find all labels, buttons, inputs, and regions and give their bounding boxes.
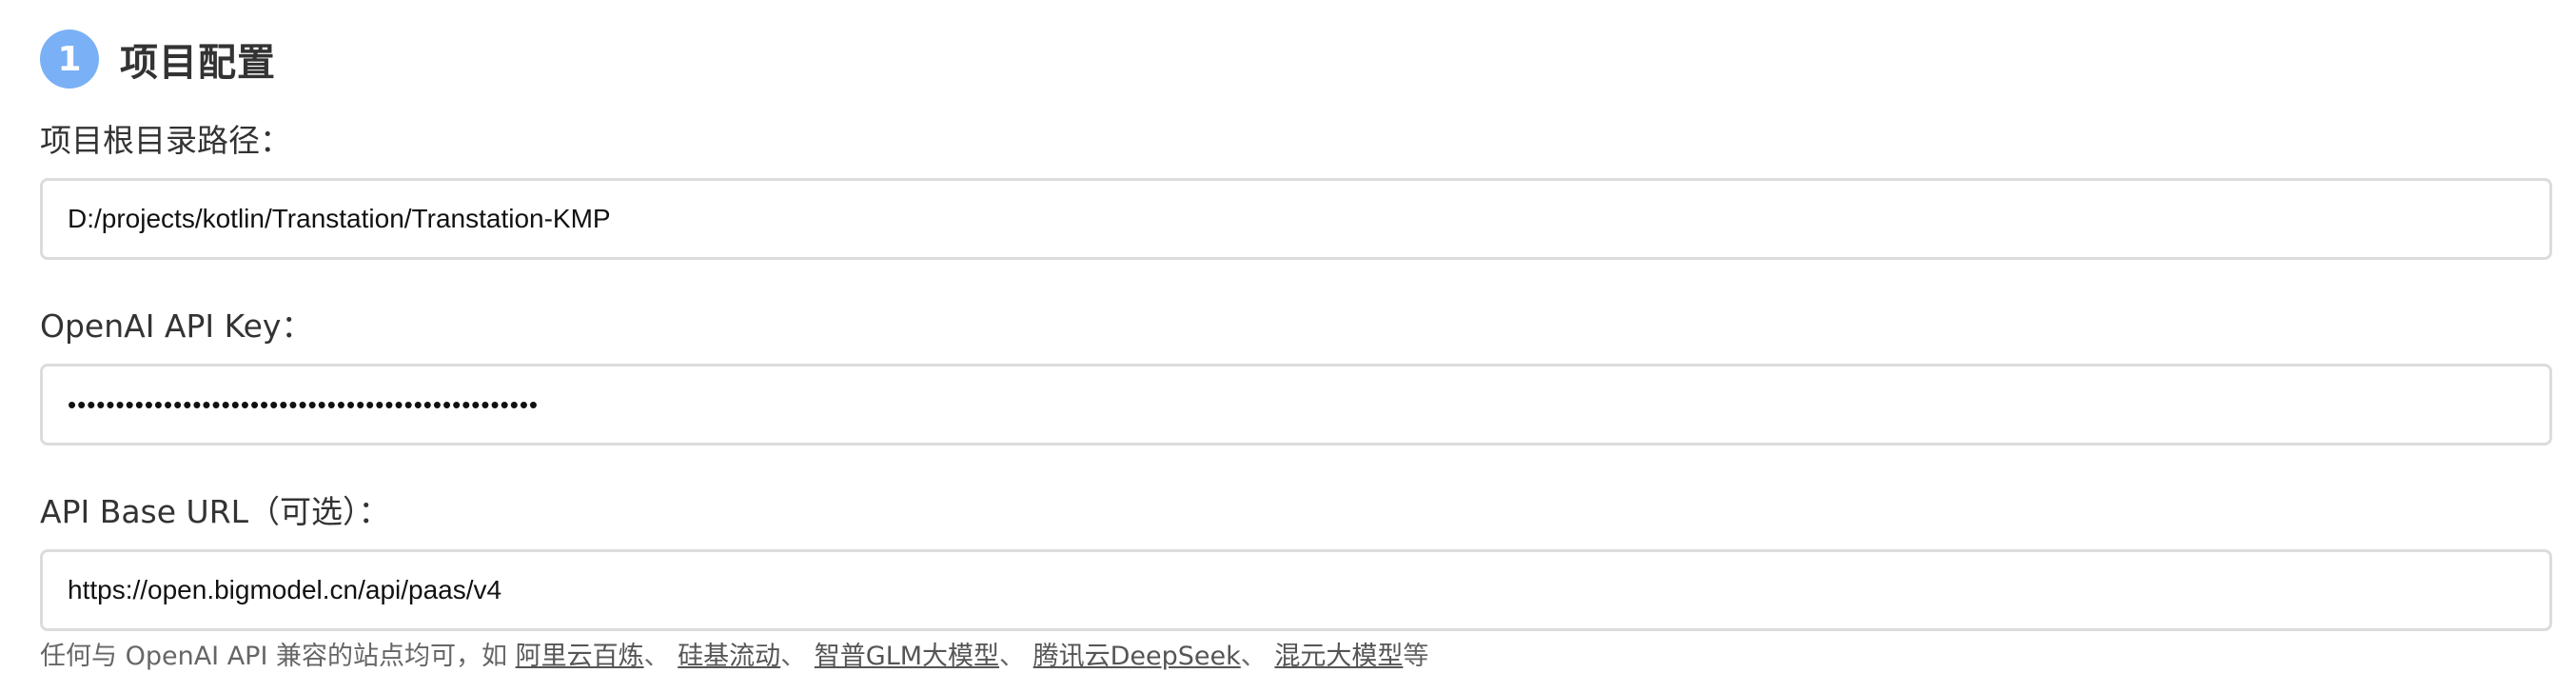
- api-key-input[interactable]: [40, 364, 2552, 446]
- link-siliconflow[interactable]: 硅基流动: [678, 642, 780, 671]
- api-key-label: OpenAI API Key：: [40, 307, 313, 345]
- compatible-sites-hint: 任何与 OpenAI API 兼容的站点均可，如 阿里云百炼、 硅基流动、 智普…: [40, 640, 1428, 674]
- hint-separator: 、: [643, 642, 678, 671]
- hint-prefix: 任何与 OpenAI API 兼容的站点均可，如: [40, 642, 516, 671]
- section-title: 项目配置: [120, 41, 276, 85]
- link-zhipu-glm[interactable]: 智普GLM大模型: [815, 642, 999, 671]
- hint-separator: 、: [1240, 642, 1275, 671]
- api-base-url-label: API Base URL（可选）：: [40, 493, 390, 530]
- link-hunyuan[interactable]: 混元大模型: [1274, 642, 1403, 671]
- hint-separator: 、: [999, 642, 1033, 671]
- hint-separator: 、: [780, 642, 815, 671]
- link-tencent-deepseek[interactable]: 腾讯云DeepSeek: [1033, 642, 1241, 671]
- section-header: 1 项目配置: [40, 29, 276, 89]
- api-base-url-input[interactable]: [40, 549, 2552, 631]
- project-root-label: 项目根目录路径：: [40, 122, 291, 159]
- link-aliyun-bailian[interactable]: 阿里云百炼: [516, 642, 644, 671]
- hint-suffix: 等: [1403, 642, 1429, 671]
- step-number-badge: 1: [40, 30, 99, 89]
- project-root-input[interactable]: [40, 178, 2552, 260]
